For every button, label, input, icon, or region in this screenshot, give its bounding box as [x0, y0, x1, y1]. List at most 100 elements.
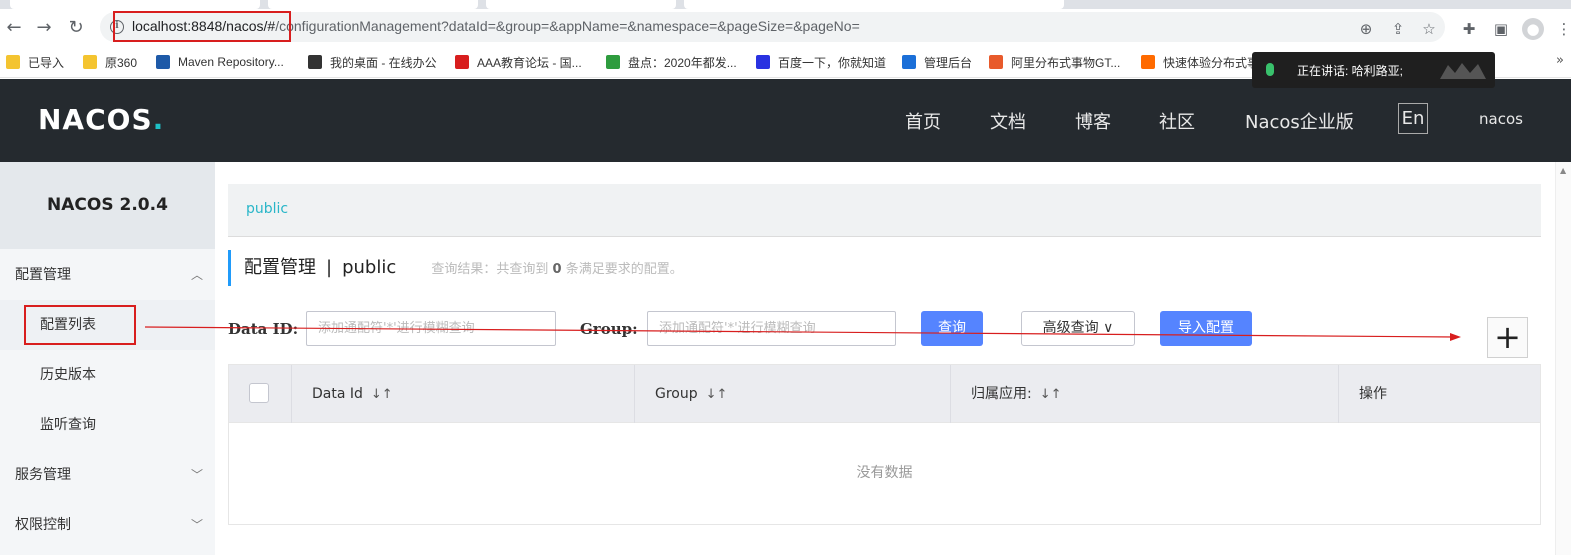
- bookmark-item[interactable]: Maven Repository...: [156, 53, 284, 71]
- sidebar-group-label: 服务管理: [15, 467, 71, 483]
- table-header: Data Id ↓↑ Group ↓↑ 归属应用: ↓↑ 操作: [229, 365, 1540, 423]
- tab[interactable]: [10, 0, 260, 9]
- back-icon[interactable]: ←: [2, 15, 26, 39]
- chart-icon: [606, 55, 620, 69]
- sidebar-item-label: 监听查询: [40, 417, 96, 433]
- bookmark-item[interactable]: 原360: [83, 53, 137, 71]
- bookmark-label: 阿里分布式事物GT...: [1011, 55, 1121, 70]
- sort-icon[interactable]: ↓↑: [1040, 387, 1062, 402]
- bracket-icon: [1141, 55, 1155, 69]
- advanced-query-button[interactable]: 高级查询 ∨: [1021, 311, 1135, 346]
- main-content: public 配置管理 | public 查询结果：共查询到 0 条满足要求的配置。…: [215, 162, 1571, 555]
- c-icon: [989, 55, 1003, 69]
- extensions-icon[interactable]: ✚: [1458, 18, 1480, 40]
- title-separator: |: [326, 257, 333, 278]
- page-scrollbar[interactable]: ▲: [1555, 162, 1571, 555]
- scroll-up-icon[interactable]: ▲: [1560, 166, 1566, 175]
- empty-state-text: 没有数据: [856, 465, 913, 481]
- bookmark-item[interactable]: 已导入: [6, 53, 64, 71]
- nav-home[interactable]: 首页: [905, 108, 941, 134]
- column-app[interactable]: 归属应用: ↓↑: [950, 365, 1338, 423]
- bookmarks-overflow-icon[interactable]: »: [1556, 53, 1564, 68]
- group-input[interactable]: 添加通配符'*'进行模糊查询: [647, 311, 896, 346]
- sidebar-group-label: 配置管理: [15, 267, 71, 283]
- bookmark-item[interactable]: 管理后台: [902, 53, 972, 71]
- app-header: NACOS. 首页 文档 博客 社区 Nacos企业版 En nacos: [0, 79, 1571, 162]
- sidebar-group-config[interactable]: 配置管理 ︿: [0, 250, 215, 300]
- menu-kebab-icon[interactable]: ⋮: [1553, 18, 1571, 40]
- tab[interactable]: [486, 0, 676, 9]
- column-dataid[interactable]: Data Id ↓↑: [291, 365, 634, 423]
- microphone-icon: [1266, 63, 1274, 76]
- chevron-down-icon: ∨: [1103, 320, 1114, 336]
- bookmark-label: 盘点：2020年都发...: [628, 55, 737, 70]
- nacos-logo[interactable]: NACOS.: [38, 103, 164, 136]
- tab-active[interactable]: [684, 0, 1064, 9]
- bookmark-label: 管理后台: [924, 55, 973, 70]
- baidu-icon: [756, 55, 770, 69]
- config-table: Data Id ↓↑ Group ↓↑ 归属应用: ↓↑ 操作 没有数据: [228, 364, 1541, 525]
- chevron-up-icon: ︿: [190, 268, 203, 282]
- import-config-button[interactable]: 导入配置: [1160, 311, 1252, 346]
- group-label: Group:: [580, 320, 638, 338]
- profile-avatar-icon[interactable]: ●: [1522, 18, 1544, 40]
- bookmark-label: 原360: [105, 55, 138, 70]
- sidebar-item-label: 历史版本: [40, 367, 96, 383]
- namespace-tab-public[interactable]: public: [246, 201, 288, 217]
- page-title: 配置管理 | public 查询结果：共查询到 0 条满足要求的配置。: [228, 250, 683, 286]
- query-result-summary: 查询结果：共查询到 0 条满足要求的配置。: [431, 262, 682, 277]
- bookmark-item[interactable]: 我的桌面 - 在线办公: [308, 53, 437, 71]
- bookmark-label: 百度一下，你就知道: [778, 55, 887, 70]
- address-bar[interactable]: i localhost:8848/nacos/#/configurationMa…: [100, 12, 1445, 42]
- result-suffix: 条满足要求的配置。: [565, 262, 683, 277]
- sidebar-version-title: NACOS 2.0.4: [0, 162, 215, 249]
- bookmark-item[interactable]: 盘点：2020年都发...: [606, 53, 737, 71]
- url-path: /configurationManagement?dataId=&group=&…: [275, 18, 860, 34]
- sidebar-item-history[interactable]: 历史版本: [0, 350, 215, 400]
- bookmark-star-icon[interactable]: ☆: [1418, 18, 1440, 40]
- side-panel-icon[interactable]: ▣: [1490, 18, 1512, 40]
- nav-blog[interactable]: 博客: [1075, 108, 1111, 134]
- column-group[interactable]: Group ↓↑: [634, 365, 950, 423]
- sidebar-group-auth[interactable]: 权限控制 ﹀: [0, 500, 215, 550]
- aaa-icon: [455, 55, 469, 69]
- bookmark-item[interactable]: AAA教育论坛 - 国...: [455, 53, 582, 71]
- dataid-label: Data ID:: [228, 320, 299, 338]
- column-label: Data Id: [312, 386, 363, 402]
- sort-icon[interactable]: ↓↑: [371, 387, 393, 402]
- bookmark-item[interactable]: 阿里分布式事物GT...: [989, 53, 1120, 71]
- reload-icon[interactable]: ↻: [64, 15, 88, 39]
- forward-icon[interactable]: →: [32, 15, 56, 39]
- sidebar-item-listener[interactable]: 监听查询: [0, 400, 215, 450]
- column-label: 操作: [1359, 386, 1387, 402]
- bookmark-label: 我的桌面 - 在线办公: [330, 55, 437, 70]
- nav-enterprise[interactable]: Nacos企业版: [1245, 108, 1354, 134]
- dataid-input[interactable]: 添加通配符'*'进行模糊查询: [306, 311, 556, 346]
- column-label: 归属应用:: [971, 386, 1032, 402]
- user-menu[interactable]: nacos: [1479, 110, 1523, 128]
- zoom-icon[interactable]: ⊕: [1355, 18, 1377, 40]
- speaking-text: 正在讲话: 哈利路亚;: [1297, 64, 1404, 78]
- add-config-button[interactable]: +: [1487, 317, 1528, 358]
- tab[interactable]: [268, 0, 478, 9]
- sort-icon[interactable]: ↓↑: [706, 387, 728, 402]
- nav-community[interactable]: 社区: [1159, 108, 1195, 134]
- bookmark-item[interactable]: 百度一下，你就知道: [756, 53, 886, 71]
- language-switch-button[interactable]: En: [1398, 103, 1428, 134]
- advanced-query-label: 高级查询: [1042, 320, 1099, 336]
- bookmark-label: AAA教育论坛 - 国...: [477, 55, 582, 70]
- sidebar-group-service[interactable]: 服务管理 ﹀: [0, 450, 215, 500]
- sidebar: NACOS 2.0.4 配置管理 ︿ 配置列表 历史版本 监听查询 服务管理 ﹀…: [0, 162, 215, 555]
- column-actions: 操作: [1338, 365, 1540, 423]
- page-title-namespace: public: [342, 257, 397, 278]
- query-button[interactable]: 查询: [921, 311, 983, 346]
- column-label: Group: [655, 386, 698, 402]
- chevron-down-icon: ﹀: [190, 468, 203, 482]
- share-icon[interactable]: ⇪: [1387, 18, 1409, 40]
- select-all-checkbox[interactable]: [249, 383, 269, 403]
- desktop-icon: [308, 55, 322, 69]
- nav-docs[interactable]: 文档: [990, 108, 1026, 134]
- screen: ← → ↻ i localhost:8848/nacos/#/configura…: [0, 0, 1571, 555]
- bookmark-item[interactable]: 快速体验分布式事: [1141, 53, 1259, 71]
- page-title-text: 配置管理: [244, 257, 316, 278]
